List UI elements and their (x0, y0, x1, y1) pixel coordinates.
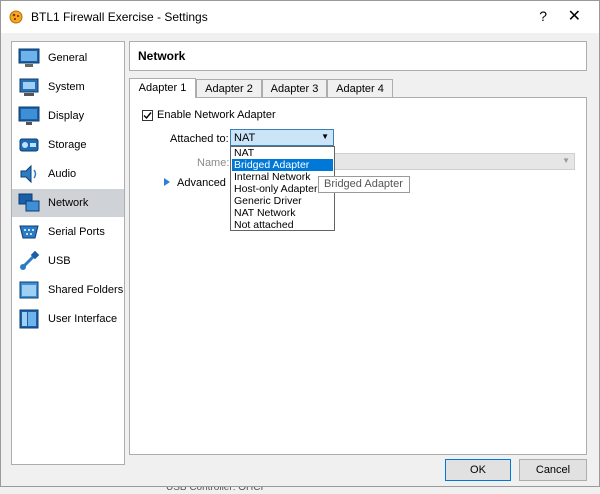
general-icon (18, 48, 40, 67)
cancel-button[interactable]: Cancel (519, 459, 587, 481)
enable-adapter-checkbox[interactable] (142, 110, 153, 121)
storage-icon (19, 138, 39, 152)
sidebar-item-shared-folders[interactable]: Shared Folders (12, 276, 124, 304)
enable-adapter-label[interactable]: Enable Network Adapter (157, 109, 276, 121)
dropdown-option-nat[interactable]: NAT (232, 147, 333, 159)
tooltip: Bridged Adapter (318, 176, 410, 193)
network-icon (18, 193, 40, 212)
sidebar-item-label: System (48, 81, 85, 93)
checkmark-icon (143, 112, 152, 120)
window-title: BTL1 Firewall Exercise - Settings (31, 10, 208, 24)
tab-adapter-1[interactable]: Adapter 1 (129, 78, 196, 98)
adapter-tab-panel: Enable Network Adapter Attached to: NAT … (129, 97, 587, 455)
usb-icon (20, 250, 40, 270)
ok-button[interactable]: OK (445, 459, 511, 481)
expand-arrow-icon[interactable] (164, 178, 170, 186)
shared-folders-icon (19, 281, 39, 299)
tab-adapter-2[interactable]: Adapter 2 (196, 79, 262, 98)
sidebar-item-network[interactable]: Network (12, 189, 124, 217)
sidebar-item-label: Storage (48, 139, 87, 151)
sidebar-item-storage[interactable]: Storage (12, 131, 124, 159)
tab-adapter-4[interactable]: Adapter 4 (327, 79, 393, 98)
name-label: Name: (197, 157, 230, 169)
user-interface-icon (19, 309, 39, 329)
sidebar-item-user-interface[interactable]: User Interface (12, 305, 124, 333)
audio-icon (20, 164, 37, 184)
chevron-down-icon: ▼ (562, 156, 570, 165)
serial-ports-icon (19, 225, 39, 239)
dropdown-option-nat-network[interactable]: NAT Network (232, 207, 333, 219)
page-header: Network (129, 41, 587, 71)
virtualbox-logo-icon (9, 10, 23, 24)
dropdown-option-not-attached[interactable]: Not attached (232, 219, 333, 231)
sidebar-item-usb[interactable]: USB (12, 247, 124, 275)
sidebar-item-general[interactable]: General (12, 44, 124, 72)
sidebar-item-serial-ports[interactable]: Serial Ports (12, 218, 124, 246)
page-title: Network (138, 49, 186, 63)
title-bar[interactable]: BTL1 Firewall Exercise - Settings ? ✕ (1, 1, 599, 33)
sidebar-item-label: Network (48, 197, 89, 209)
sidebar-item-label: Display (48, 110, 85, 122)
dropdown-option-generic-driver[interactable]: Generic Driver (232, 195, 333, 207)
sidebar-item-label: Audio (48, 168, 77, 180)
close-button[interactable]: ✕ (568, 6, 581, 26)
attached-to-label: Attached to: (170, 133, 229, 145)
settings-dialog: BTL1 Firewall Exercise - Settings ? ✕ Ge… (0, 0, 600, 487)
advanced-toggle[interactable]: Advanced (177, 177, 226, 189)
sidebar-item-system[interactable]: System (12, 73, 124, 101)
attached-to-select[interactable]: NAT ▼ (230, 129, 334, 146)
tab-adapter-3[interactable]: Adapter 3 (262, 79, 327, 98)
sidebar-item-label: User Interface (48, 313, 118, 325)
settings-sidebar: General System Display Storage Audio Net… (11, 41, 125, 465)
chevron-down-icon: ▼ (321, 132, 329, 141)
sidebar-item-label: General (48, 52, 88, 64)
system-icon (19, 78, 39, 96)
dropdown-option-bridged-adapter[interactable]: Bridged Adapter (232, 159, 333, 171)
display-icon (18, 106, 40, 125)
sidebar-item-display[interactable]: Display (12, 102, 124, 130)
attached-to-value: NAT (234, 132, 256, 144)
sidebar-item-label: USB (48, 255, 71, 267)
sidebar-item-audio[interactable]: Audio (12, 160, 124, 188)
sidebar-item-label: Shared Folders (48, 284, 124, 296)
sidebar-item-label: Serial Ports (48, 226, 105, 238)
help-button[interactable]: ? (539, 8, 547, 24)
